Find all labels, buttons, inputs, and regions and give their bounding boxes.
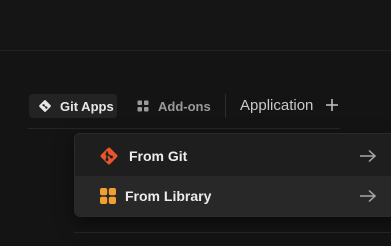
content-divider [74,232,391,233]
git-logo-icon [99,146,119,166]
menu-item-from-git-label: From Git [129,148,188,164]
plus-icon [326,99,338,111]
tab-divider [28,128,340,129]
arrow-right-icon [360,149,377,163]
top-bar [0,0,391,51]
tab-add-ons-label: Add-ons [158,98,211,114]
menu-item-from-library-label: From Library [125,188,212,204]
tab-add-ons[interactable]: Add-ons [130,94,212,118]
arrow-right-icon [360,189,377,203]
application-label: Application [240,97,314,114]
tab-separator [225,94,226,118]
git-icon [38,99,52,113]
add-application-menu: From Git From Library [74,133,391,217]
tab-git-apps[interactable]: Git Apps [29,94,117,118]
tab-git-apps-label: Git Apps [60,98,114,114]
grid-icon [136,99,150,113]
add-application-button[interactable] [323,96,341,114]
library-icon [99,187,117,205]
menu-item-from-library[interactable]: From Library [75,176,391,216]
menu-item-from-git[interactable]: From Git [75,136,391,176]
